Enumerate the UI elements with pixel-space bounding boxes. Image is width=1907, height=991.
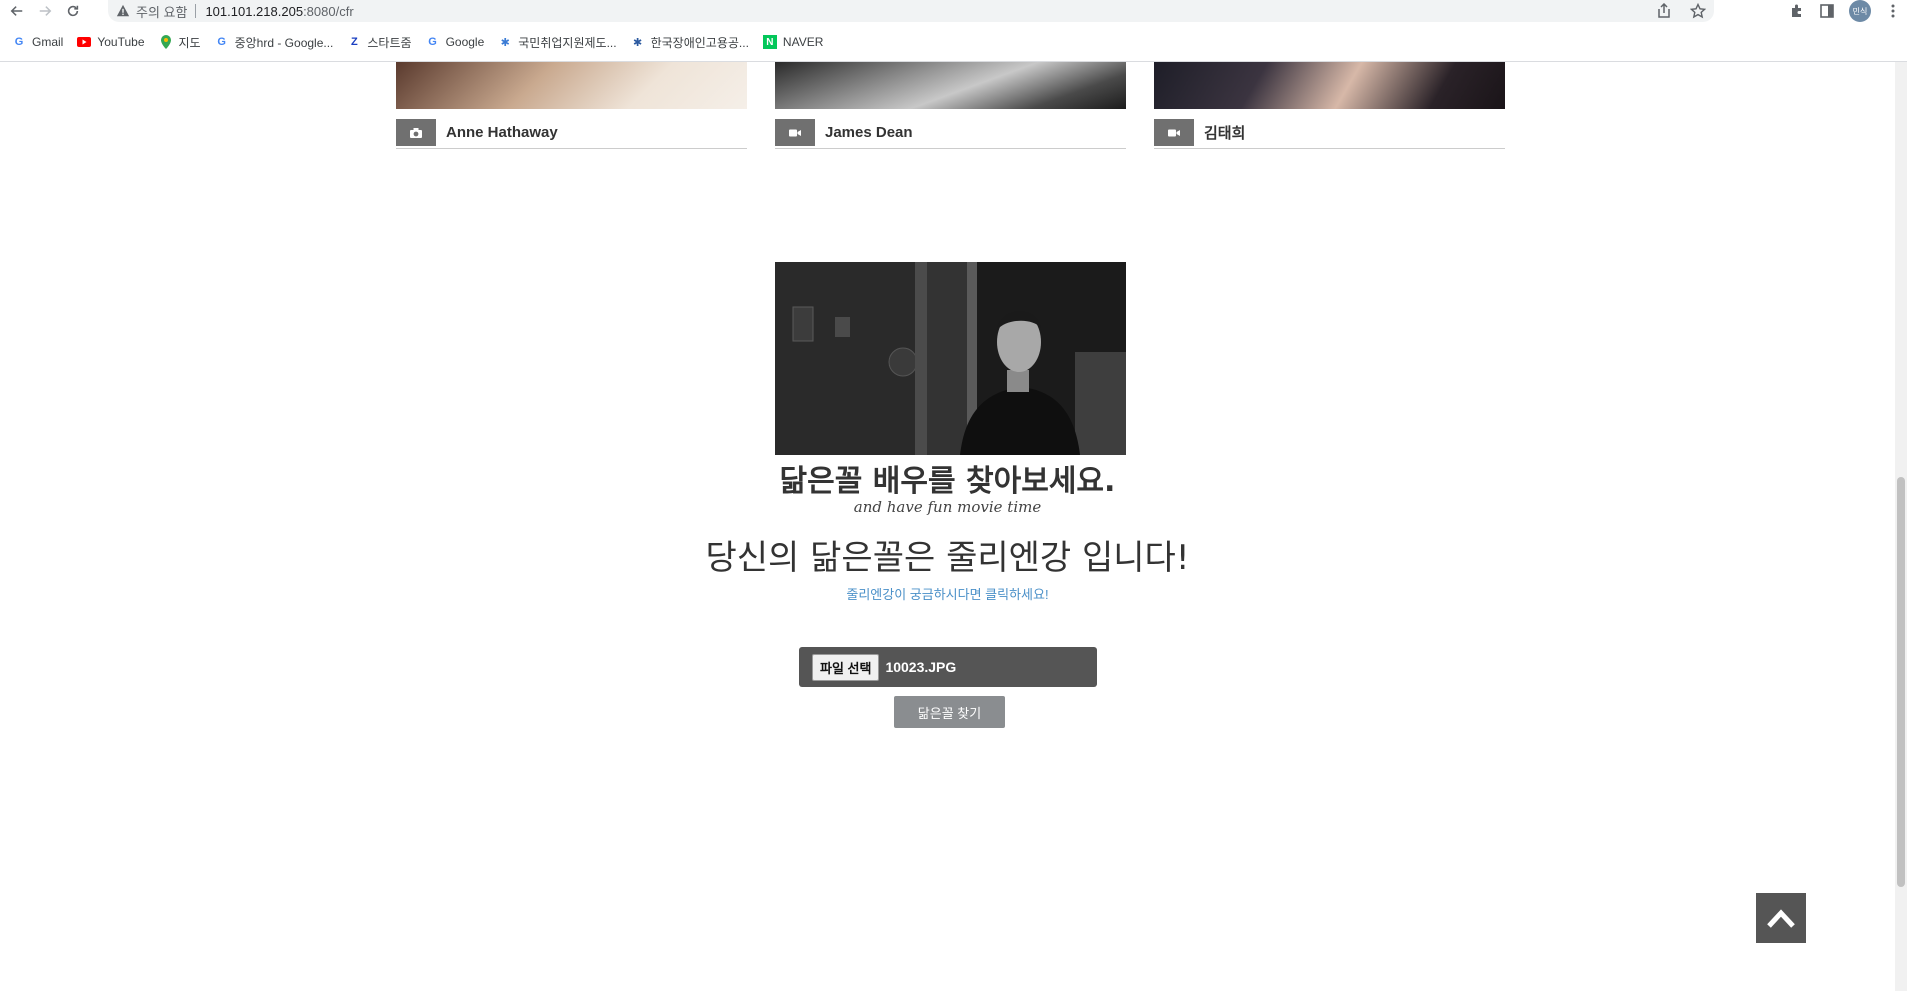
- actor-name: James Dean: [825, 124, 913, 141]
- page-content: Anne Hathaway James Dean 김태희 닮은꼴 배우를 찾아보…: [0, 62, 1895, 991]
- camera-icon: [396, 119, 436, 146]
- star-icon[interactable]: [1690, 3, 1706, 19]
- google-g-icon: G: [428, 36, 437, 48]
- bookmark-label: 한국장애인고용공...: [650, 35, 749, 50]
- bookmark-label: Google: [445, 35, 485, 49]
- bookmarks-bar: G Gmail YouTube 지도 G 중앙hrd - Google... Z 스타…: [0, 30, 1907, 54]
- actor-caption: Anne Hathaway: [396, 117, 747, 149]
- choose-file-button[interactable]: 파일 선택: [812, 653, 880, 681]
- actor-name: Anne Hathaway: [446, 124, 558, 141]
- bookmark-disability-employment[interactable]: ✱ 한국장애인고용공...: [631, 34, 749, 51]
- reload-icon: [67, 5, 79, 17]
- security-warning-text: 주의 요함: [136, 4, 188, 20]
- back-button[interactable]: [6, 0, 28, 22]
- bookmark-employment-support[interactable]: ✱ 국민취업지원제도...: [498, 34, 617, 51]
- gov-icon: ✱: [500, 36, 510, 49]
- actor-photo: [1154, 62, 1505, 109]
- bookmark-label: Gmail: [32, 35, 64, 49]
- scroll-to-top-button[interactable]: [1756, 893, 1806, 943]
- warning-icon: [116, 4, 130, 17]
- address-bar-actions: [1656, 3, 1706, 19]
- page-scrollbar[interactable]: [1895, 62, 1907, 991]
- video-camera-icon: [1154, 119, 1194, 146]
- google-g-icon: G: [217, 36, 226, 48]
- bookmark-maps[interactable]: 지도: [159, 34, 201, 51]
- bookmark-youtube[interactable]: YouTube: [77, 35, 145, 49]
- bookmark-label: 스타트줌: [367, 35, 412, 50]
- side-panel-icon[interactable]: [1819, 3, 1835, 19]
- gov-icon: ✱: [632, 36, 643, 49]
- reload-button[interactable]: [62, 0, 84, 22]
- youtube-icon: [77, 35, 92, 49]
- url-host: 101.101.218.205: [205, 3, 304, 19]
- bookmark-label: 중앙hrd - Google...: [234, 35, 334, 50]
- kebab-menu-icon[interactable]: [1885, 3, 1901, 19]
- profile-avatar[interactable]: 민식: [1849, 0, 1871, 22]
- page-title: 닮은꼴 배우를 찾아보세요.: [779, 464, 1116, 499]
- address-bar[interactable]: 주의 요함 101.101.218.205:8080/cfr: [108, 0, 1714, 22]
- bookmark-jungang-hrd[interactable]: G 중앙hrd - Google...: [215, 34, 334, 51]
- puzzle-icon[interactable]: [1789, 3, 1805, 19]
- bookmark-naver[interactable]: N NAVER: [762, 35, 824, 49]
- profile-name: 민식: [1852, 6, 1868, 16]
- actor-caption: 김태희: [1154, 117, 1505, 149]
- arrow-right-icon: [39, 6, 52, 16]
- video-camera-icon: [775, 119, 815, 146]
- actor-card[interactable]: Anne Hathaway: [396, 62, 747, 154]
- actor-photo: [775, 62, 1126, 109]
- chevron-up-icon: [1767, 909, 1795, 928]
- actor-caption: James Dean: [775, 117, 1126, 149]
- forward-button[interactable]: [34, 0, 56, 22]
- bookmark-gmail[interactable]: G Gmail: [12, 35, 64, 49]
- lookalike-result: 당신의 닮은꼴은 줄리엔강 입니다!: [705, 538, 1190, 578]
- bookmark-startzoom[interactable]: Z 스타트줌: [347, 34, 412, 51]
- google-g-icon: G: [14, 36, 24, 48]
- share-icon[interactable]: [1656, 3, 1672, 19]
- bookmark-google[interactable]: G Google: [426, 35, 485, 49]
- maps-pin-icon: [159, 35, 173, 49]
- file-upload-field[interactable]: 파일 선택 10023.JPG: [799, 647, 1097, 687]
- naver-icon: N: [762, 35, 777, 49]
- actor-name: 김태희: [1204, 125, 1246, 142]
- result-info-link[interactable]: 줄리엔강이 궁금하시다면 클릭하세요!: [0, 584, 1895, 603]
- actor-card[interactable]: James Dean: [775, 62, 1126, 154]
- url-path: :8080/cfr: [303, 3, 354, 19]
- zoom-z-icon: Z: [351, 36, 358, 48]
- browser-extensions: 민식: [1789, 0, 1907, 22]
- selected-file-name: 10023.JPG: [885, 659, 957, 675]
- actor-photo: [396, 62, 747, 109]
- arrow-left-icon: [10, 6, 23, 16]
- address-separator: [195, 4, 197, 18]
- hero-movie-still: [775, 262, 1126, 455]
- browser-toolbar: 주의 요함 101.101.218.205:8080/cfr 민식: [0, 0, 1907, 22]
- find-lookalike-button[interactable]: 닮은꼴 찾기: [894, 696, 1005, 728]
- bookmark-label: NAVER: [782, 35, 824, 49]
- bookmark-label: 국민취업지원제도...: [518, 35, 617, 50]
- scrollbar-thumb[interactable]: [1897, 477, 1905, 887]
- page-subtitle: and have fun movie time: [853, 498, 1042, 516]
- bookmark-label: YouTube: [97, 35, 145, 49]
- bookmark-label: 지도: [178, 35, 201, 50]
- actor-card[interactable]: 김태희: [1154, 62, 1505, 154]
